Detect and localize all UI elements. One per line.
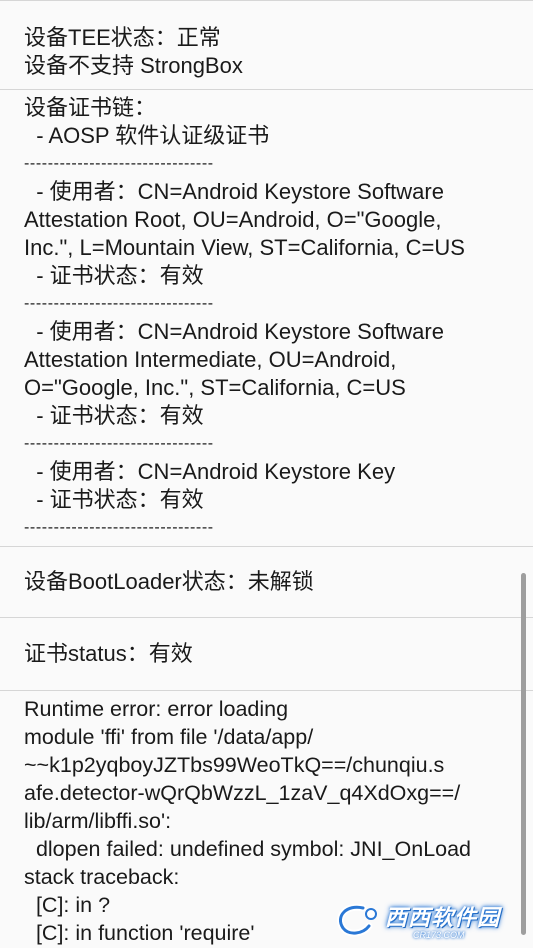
tee-status-section: 设备TEE状态：正常 设备不支持 StrongBox [0,1,533,89]
cert-status-text: - 证书状态：有效 [24,487,204,512]
error-line: lib/arm/libffi.so': [24,809,172,833]
cert-subject-line: Inc.", L=Mountain View, ST=California, C… [24,235,465,260]
error-line: Runtime error: error loading [24,697,289,721]
cert-entry: - 使用者：CN=Android Keystore Software Attes… [24,178,509,290]
cert-status-summary: 证书status：有效 [24,641,193,666]
separator: -------------------------------- [24,295,214,312]
scrollbar[interactable] [521,573,526,935]
cert-subject-line: - 使用者：CN=Android Keystore Key [24,459,396,484]
cert-subject-line: O="Google, Inc.", ST=California, C=US [24,375,406,400]
watermark-swirl-icon [333,902,381,938]
cert-status-section: 证书status：有效 [0,618,533,690]
strongbox-status-text: 设备不支持 StrongBox [24,53,243,78]
watermark-main-text: 西西软件园 [385,905,501,930]
error-line: stack traceback: [24,865,180,889]
error-line: afe.detector-wQrQbWzzL_1zaV_q4XdOxg==/ [24,781,461,805]
cert-subject-line: - 使用者：CN=Android Keystore Software [24,319,444,344]
bootloader-section: 设备BootLoader状态：未解锁 [0,547,533,617]
cert-subject-line: Attestation Root, OU=Android, O="Google, [24,207,442,232]
error-line: module 'ffi' from file '/data/app/ [24,725,314,749]
error-line: ~~k1p2yqboyJZTbs99WeoTkQ==/chunqiu.s [24,753,445,777]
tee-status-text: 设备TEE状态：正常 [24,25,221,50]
cert-subject-line: - 使用者：CN=Android Keystore Software [24,179,444,204]
bootloader-status-text: 设备BootLoader状态：未解锁 [24,569,314,594]
cert-chain-level: - AOSP 软件认证级证书 [24,123,270,148]
separator: -------------------------------- [24,519,214,536]
cert-subject-line: Attestation Intermediate, OU=Android, [24,347,397,372]
cert-entry: - 使用者：CN=Android Keystore Software Attes… [24,318,509,430]
separator: -------------------------------- [24,435,214,452]
app-screen: 设备TEE状态：正常 设备不支持 StrongBox 设备证书链： - AOSP… [0,0,533,948]
cert-status-text: - 证书状态：有效 [24,263,204,288]
error-line: dlopen failed: undefined symbol: JNI_OnL… [24,837,472,861]
separator: -------------------------------- [24,155,214,172]
cert-entry: - 使用者：CN=Android Keystore Key - 证书状态：有效 [24,458,509,514]
cert-status-text: - 证书状态：有效 [24,403,204,428]
cert-chain-header: 设备证书链： [24,95,157,120]
cert-chain-section: 设备证书链： - AOSP 软件认证级证书 ------------------… [0,90,533,546]
watermark-sub-text: CR173.COM [413,930,465,940]
watermark-logo: 西西软件园 CR173.COM [333,900,521,940]
